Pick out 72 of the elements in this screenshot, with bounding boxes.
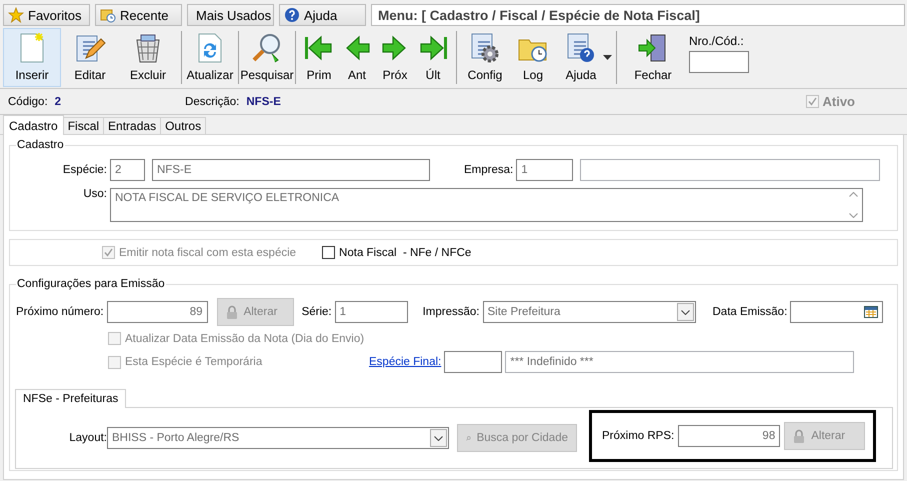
input-field[interactable] <box>580 159 880 181</box>
checkbox[interactable] <box>322 246 336 259</box>
toolbar-button[interactable]: Próx <box>376 28 414 87</box>
checkbox-label: Esta Espécie é Temporária <box>125 356 262 368</box>
field-label: Descrição: <box>185 96 240 108</box>
star-icon <box>8 7 24 23</box>
input-field[interactable]: 89 <box>106 301 208 323</box>
toolbar-button[interactable]: Prim <box>300 28 338 87</box>
menu-button[interactable]: Favoritos <box>3 4 90 26</box>
input-field[interactable]: 1 <box>516 159 574 181</box>
help-icon <box>284 7 300 23</box>
toolbar-button[interactable]: Config <box>461 28 509 87</box>
toolbar-button[interactable]: Editar <box>61 28 119 87</box>
toolbar-button[interactable]: Inserir <box>3 28 61 87</box>
menu-button[interactable]: Mais Usados <box>187 4 274 26</box>
field-label: Data Emissão: <box>712 306 788 318</box>
field-label: Empresa: <box>464 164 514 176</box>
input-field[interactable]: 2 <box>110 159 145 181</box>
checkbox-label: Atualizar Data Emissão da Nota (Dia do Envio) <box>125 332 364 344</box>
field-value: NFS-E <box>246 96 281 108</box>
field-label: Impressão: <box>422 306 480 318</box>
field-label: Espécie: <box>62 164 107 176</box>
lock-icon <box>793 428 806 444</box>
link[interactable]: Espécie Final: <box>369 356 442 368</box>
scroll-up-icon <box>849 192 858 197</box>
menu-button[interactable]: Ajuda <box>279 4 366 26</box>
field-label: Código: <box>8 96 48 108</box>
input-field[interactable] <box>444 351 502 373</box>
toolbar-button[interactable]: Ajuda <box>557 28 605 87</box>
field-value: 2 <box>54 96 62 108</box>
tab[interactable]: Cadastro <box>3 115 64 135</box>
group-title: Cadastro <box>16 139 65 151</box>
toolbar-button[interactable]: Ant <box>338 28 376 87</box>
checkbox-label: Nota Fiscal - NFe / NFCe <box>339 246 472 258</box>
checkbox-label: Emitir nota fiscal com esta espécie <box>119 246 296 258</box>
toolbar-button[interactable]: Pesquisar <box>243 28 291 87</box>
field-label: Layout: <box>69 432 107 444</box>
toolbar-button[interactable]: Atualizar <box>186 28 234 87</box>
scroll-down-icon <box>849 213 858 218</box>
menu-button[interactable]: Recente <box>95 4 182 26</box>
text-area[interactable]: NOTA FISCAL DE SERVIÇO ELETRONICA <box>110 188 863 222</box>
toolbar-button[interactable]: Log <box>509 28 557 87</box>
input-field[interactable]: 1 <box>334 301 408 323</box>
toolbar-button[interactable]: Fechar <box>621 28 685 87</box>
group-title: Configurações para Emissão <box>16 278 166 290</box>
menu-path: Menu: [ Cadastro / Fiscal / Espécie de Nota Fiscal] <box>371 4 905 26</box>
search-icon <box>251 32 283 64</box>
field-label: Próximo RPS: <box>602 430 674 442</box>
toolbar-button[interactable]: Excluir <box>119 28 177 87</box>
checkbox-label: Ativo <box>822 94 855 109</box>
tab[interactable]: Outros <box>160 117 206 134</box>
field-label: Série: <box>302 306 332 318</box>
gear-document-icon <box>469 32 501 64</box>
check-icon <box>104 248 113 257</box>
toolbar-button[interactable]: Últ <box>414 28 452 87</box>
input-field[interactable]: NFS-E <box>152 159 430 181</box>
lock-icon <box>226 304 238 320</box>
caret-icon[interactable] <box>603 55 612 60</box>
dropdown-field[interactable]: BHISS - Porto Alegre/RS <box>107 427 449 449</box>
input-field[interactable]: *** Indefinido *** <box>505 351 854 373</box>
tab[interactable]: NFSe - Prefeituras <box>15 389 126 408</box>
dropdown-field[interactable]: Site Prefeitura <box>482 301 696 323</box>
input-field[interactable]: 98 <box>678 425 780 447</box>
folder-clock-icon <box>100 7 116 23</box>
date-field[interactable] <box>790 301 884 323</box>
check-icon <box>808 97 816 106</box>
field-label: Uso: <box>83 188 107 200</box>
help-document-icon <box>565 32 597 64</box>
field-label: Próximo número: <box>16 306 104 318</box>
calendar-icon <box>864 306 878 318</box>
input-field[interactable] <box>689 51 749 73</box>
field-label: Nro./Cód.: <box>689 34 745 48</box>
